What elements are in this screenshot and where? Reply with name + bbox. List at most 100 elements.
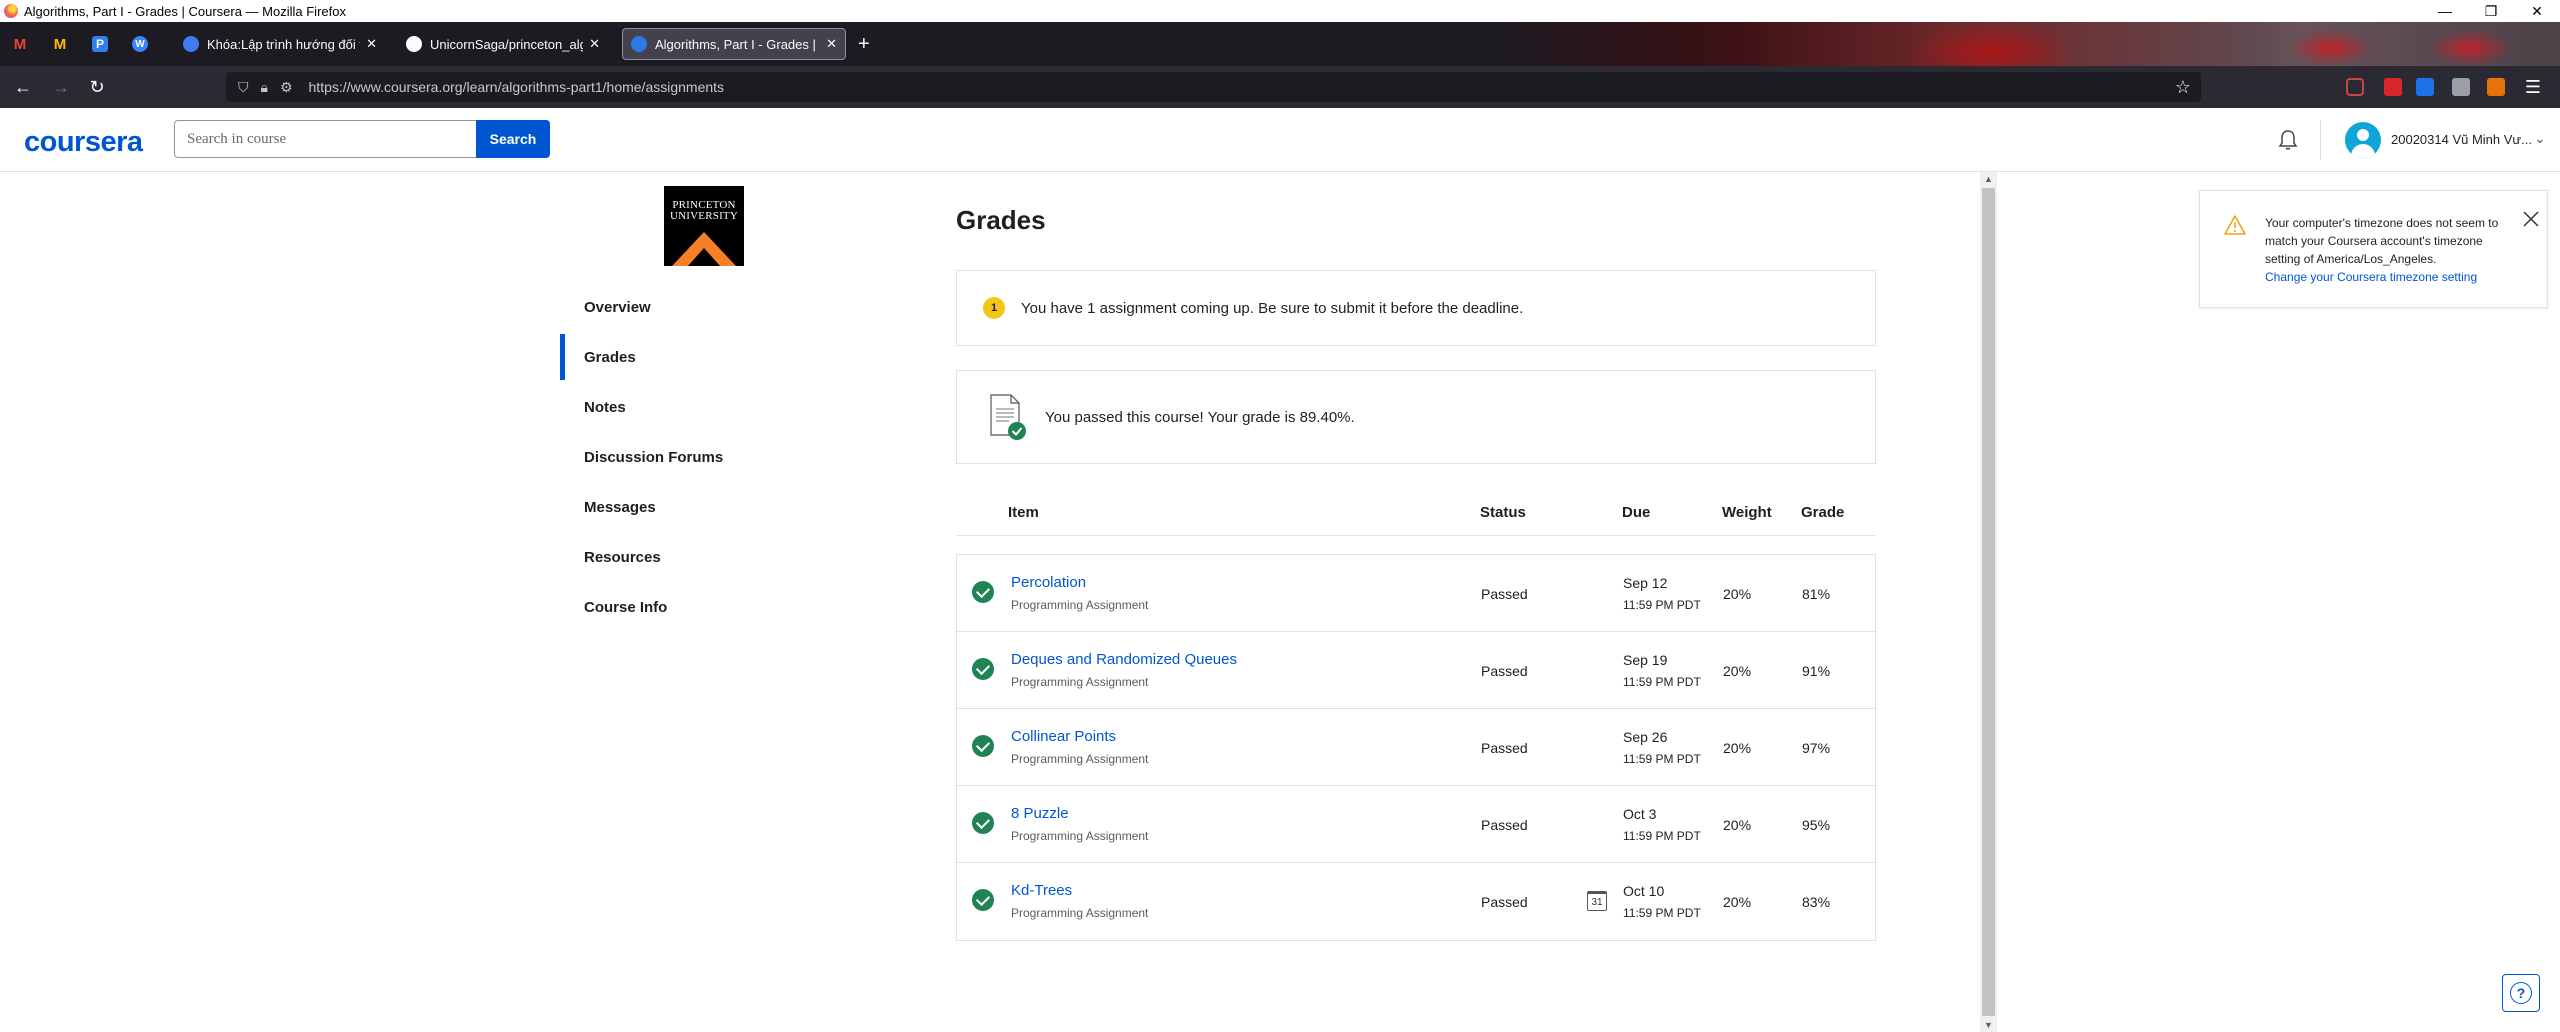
assignment-link[interactable]: Collinear Points [1011, 728, 1116, 745]
search-input[interactable] [174, 120, 476, 158]
timezone-message-text: Your computer's timezone does not seem t… [2265, 216, 2499, 266]
permissions-icon[interactable]: ⚙ [280, 79, 293, 96]
weight-value: 20% [1723, 740, 1752, 756]
column-header-weight: Weight [1722, 504, 1772, 521]
close-tab-icon[interactable]: ✕ [826, 36, 837, 52]
calendar-icon[interactable]: 31 [1587, 891, 1607, 911]
github-icon [406, 36, 422, 52]
sidebar-item-messages[interactable]: Messages [560, 482, 760, 532]
warning-icon [2224, 215, 2246, 235]
table-row: 8 Puzzle Programming Assignment Passed O… [957, 786, 1875, 863]
close-tab-icon[interactable]: ✕ [589, 36, 600, 52]
grade-value: 97% [1802, 740, 1831, 756]
extension-blue-icon[interactable] [2416, 78, 2434, 96]
back-icon[interactable]: ← [12, 76, 34, 98]
passed-check-icon [972, 581, 994, 603]
sidebar-item-notes[interactable]: Notes [560, 382, 760, 432]
menu-icon[interactable]: ☰ [2522, 76, 2544, 98]
assignment-type: Programming Assignment [1011, 829, 1149, 843]
tracking-shield-icon[interactable]: ⛉ [238, 79, 249, 96]
course-passed-message: You passed this course! Your grade is 89… [1045, 408, 1355, 426]
forward-icon[interactable]: → [50, 76, 72, 98]
maximize-button[interactable]: ❐ [2468, 0, 2514, 22]
weight-value: 20% [1723, 663, 1752, 679]
passed-check-icon [972, 658, 994, 680]
change-timezone-link[interactable]: Change your Coursera timezone setting [2265, 268, 2515, 286]
sidebar-item-grades[interactable]: Grades [560, 332, 760, 382]
scroll-up-icon[interactable]: ▲ [1980, 172, 1997, 186]
passed-check-icon [972, 889, 994, 911]
minimize-button[interactable]: — [2422, 0, 2468, 22]
new-tab-button[interactable]: + [858, 34, 870, 54]
status-badge: Passed [1481, 740, 1528, 756]
assignment-link[interactable]: Kd-Trees [1011, 882, 1072, 899]
sidebar-item-label: Grades [584, 348, 636, 366]
url-text[interactable]: https://www.coursera.org/learn/algorithm… [309, 79, 725, 95]
coursera-logo[interactable]: coursera [24, 126, 143, 159]
coursera-header: coursera Search 20020314 Vũ Minh Vư... ⌄ [0, 108, 2560, 172]
weight-value: 20% [1723, 817, 1752, 833]
sidebar-item-resources[interactable]: Resources [560, 532, 760, 582]
notification-bell-icon[interactable] [2276, 128, 2300, 152]
sidebar-item-label: Resources [584, 548, 661, 566]
user-name[interactable]: 20020314 Vũ Minh Vư... [2391, 132, 2532, 147]
certificate-icon [987, 393, 1027, 441]
gmail-icon: M [13, 35, 27, 53]
sidebar-item-label: Notes [584, 398, 626, 416]
extension-red-icon[interactable] [2384, 78, 2402, 96]
bookmark-star-icon[interactable]: ☆ [2175, 77, 2191, 98]
due-date: Oct 10 [1623, 883, 1665, 899]
tab-coursera-grades[interactable]: Algorithms, Part I - Grades | Coursera ✕ [622, 28, 846, 60]
assignment-link[interactable]: 8 Puzzle [1011, 805, 1069, 822]
sidebar-item-course-info[interactable]: Course Info [560, 582, 760, 632]
search-button[interactable]: Search [476, 120, 550, 158]
page-scrollbar[interactable]: ▲ ▼ [1980, 172, 1997, 1032]
table-header: Item Status Due Weight Grade [956, 496, 1876, 536]
coursera-favicon-icon [631, 36, 647, 52]
theme-background-art [1690, 22, 2560, 66]
due-date: Sep 19 [1623, 652, 1668, 668]
scrollbar-thumb[interactable] [1982, 188, 1995, 1016]
tab-title: Khóa:Lập trình hướng đối tượng [207, 36, 360, 52]
pinned-tab-gmail-2[interactable]: M [46, 31, 74, 57]
pocket-icon[interactable] [2346, 78, 2364, 96]
column-header-grade: Grade [1801, 504, 1845, 521]
table-body: Percolation Programming Assignment Passe… [956, 554, 1876, 941]
avatar[interactable] [2345, 122, 2381, 158]
close-tab-icon[interactable]: ✕ [366, 36, 377, 52]
pinned-tab-p-app[interactable]: P [86, 31, 114, 57]
window-controls: — ❐ ✕ [2422, 0, 2560, 22]
page-title: Grades [956, 205, 1046, 235]
tab-github[interactable]: UnicornSaga/princeton_algs4 ✕ [398, 28, 608, 60]
passed-check-icon [972, 735, 994, 757]
princeton-university-logo: PRINCETON UNIVERSITY [664, 186, 744, 266]
help-button[interactable]: ? [2502, 974, 2540, 1012]
chevron-down-icon[interactable]: ⌄ [2534, 130, 2546, 147]
timezone-notification: Your computer's timezone does not seem t… [2199, 190, 2548, 308]
sidebar-item-label: Discussion Forums [584, 448, 724, 466]
assignment-type: Programming Assignment [1011, 675, 1149, 689]
scroll-down-icon[interactable]: ▼ [1980, 1018, 1997, 1032]
sidebar-item-label: Course Info [584, 598, 668, 616]
sidebar-item-overview[interactable]: Overview [560, 282, 760, 332]
status-badge: Passed [1481, 894, 1528, 910]
grade-value: 95% [1802, 817, 1831, 833]
close-icon[interactable] [2521, 209, 2541, 229]
pinned-tab-wordpress[interactable]: W [126, 31, 154, 57]
address-bar[interactable]: ⛉ 🔒︎ ⚙ https://www.coursera.org/learn/al… [226, 72, 2201, 102]
firefox-icon [4, 4, 18, 18]
extension-gray-icon[interactable] [2452, 78, 2470, 96]
column-header-status: Status [1480, 504, 1526, 521]
browser-toolbar: ← → ↻ ⛉ 🔒︎ ⚙ https://www.coursera.org/le… [0, 66, 2560, 108]
extension-orange-icon[interactable] [2487, 78, 2505, 96]
sidebar-item-discussion-forums[interactable]: Discussion Forums [560, 432, 760, 482]
reload-icon[interactable]: ↻ [86, 76, 108, 98]
assignment-type: Programming Assignment [1011, 598, 1149, 612]
close-window-button[interactable]: ✕ [2514, 0, 2560, 22]
assignment-link[interactable]: Deques and Randomized Queues [1011, 651, 1237, 668]
assignment-link[interactable]: Percolation [1011, 574, 1086, 591]
tab-oop-course[interactable]: Khóa:Lập trình hướng đối tượng ✕ [175, 28, 385, 60]
lock-icon[interactable]: 🔒︎ [261, 79, 268, 96]
gmail-icon: M [53, 35, 67, 53]
pinned-tab-gmail-1[interactable]: M [6, 31, 34, 57]
